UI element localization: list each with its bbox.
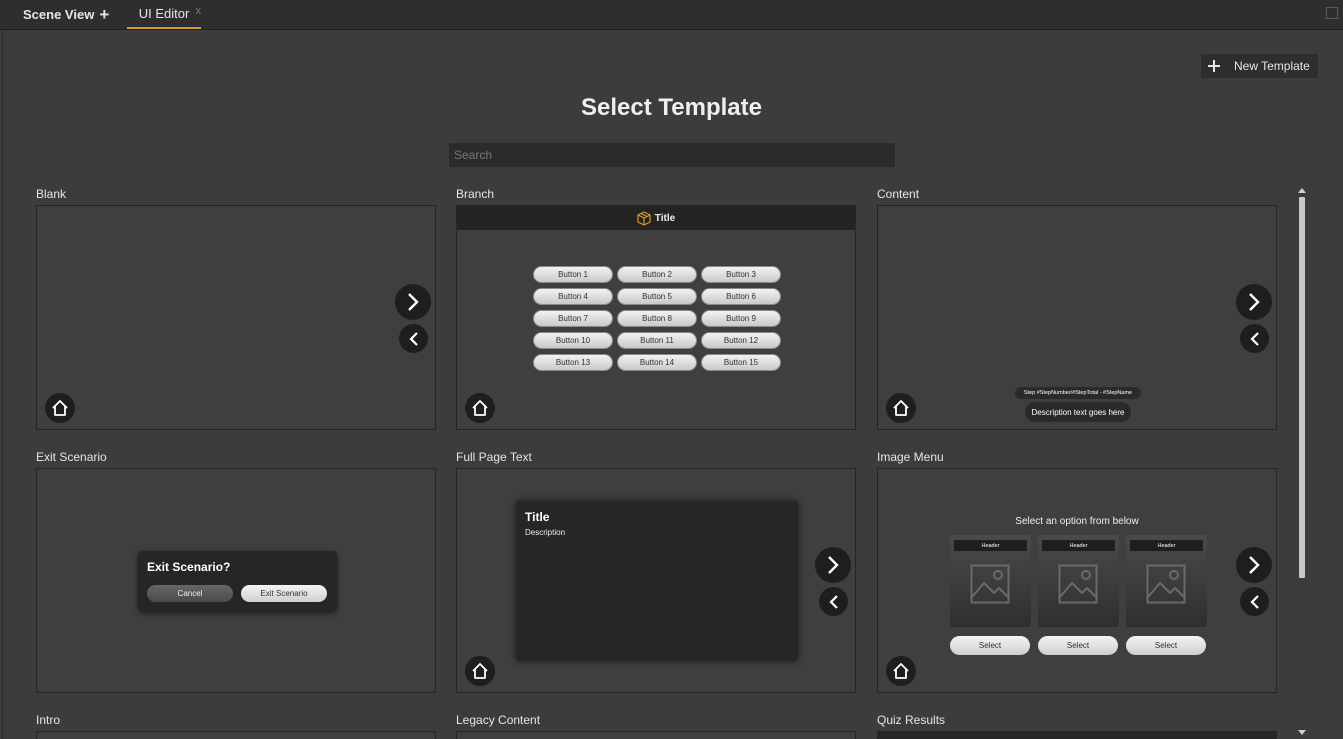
- step-tag: Step #StepNumber/#StepTotal - #StepName: [1015, 387, 1141, 399]
- template-label-content: Content: [877, 187, 920, 201]
- cancel-button: Cancel: [147, 585, 233, 602]
- template-label-blank: Blank: [36, 187, 67, 201]
- image-menu-caption: Select an option from below: [1015, 516, 1139, 527]
- text-panel-title: Title: [525, 510, 550, 524]
- chevron-left-icon: [399, 324, 428, 353]
- home-icon: [886, 393, 916, 423]
- branch-button: Button 10: [533, 332, 613, 349]
- image-placeholder-icon: [970, 564, 1010, 604]
- template-card-exit-scenario[interactable]: Exit Scenario? Cancel Exit Scenario: [36, 468, 436, 693]
- branch-button: Button 13: [533, 354, 613, 371]
- exit-dialog-title: Exit Scenario?: [147, 560, 231, 574]
- image-option-header: Header: [954, 540, 1027, 551]
- select-button: Select: [1038, 636, 1118, 655]
- scrollbar[interactable]: [1297, 187, 1307, 739]
- plus-icon[interactable]: +: [99, 6, 109, 23]
- image-option-card: Header: [1038, 535, 1119, 627]
- branch-header: Title: [457, 206, 855, 230]
- branch-button: Button 15: [701, 354, 781, 371]
- tab-ui-editor[interactable]: UI Editor x: [127, 0, 201, 29]
- chevron-left-icon: [1240, 324, 1269, 353]
- branch-header-title: Title: [654, 212, 676, 224]
- branch-button: Button 4: [533, 288, 613, 305]
- branch-button: Button 11: [617, 332, 697, 349]
- template-card-legacy-content[interactable]: [456, 731, 856, 739]
- template-label-quiz-results: Quiz Results: [877, 713, 946, 727]
- plus-icon: [1208, 60, 1220, 72]
- image-option-card: Header: [950, 535, 1031, 627]
- search-input[interactable]: [449, 143, 895, 167]
- text-panel-description: Description: [525, 528, 566, 537]
- select-button: Select: [1126, 636, 1206, 655]
- new-template-button[interactable]: New Template: [1201, 54, 1318, 78]
- close-icon[interactable]: x: [196, 5, 202, 17]
- branch-button: Button 6: [701, 288, 781, 305]
- select-button: Select: [950, 636, 1030, 655]
- template-card-full-page-text[interactable]: Title Description: [456, 468, 856, 693]
- branch-button: Button 14: [617, 354, 697, 371]
- scroll-up-icon[interactable]: [1298, 188, 1306, 193]
- template-label-full-page-text: Full Page Text: [456, 450, 532, 464]
- tab-bar: Scene View + UI Editor x: [0, 0, 1343, 30]
- branch-button: Button 7: [533, 310, 613, 327]
- scroll-down-icon[interactable]: [1298, 730, 1306, 735]
- branch-button: Button 5: [617, 288, 697, 305]
- scrollbar-thumb[interactable]: [1299, 197, 1305, 578]
- image-placeholder-icon: [1146, 564, 1186, 604]
- chevron-right-icon: [815, 547, 851, 583]
- image-placeholder-icon: [1058, 564, 1098, 604]
- template-card-image-menu[interactable]: Select an option from below Header Heade…: [877, 468, 1277, 693]
- page-title: Select Template: [581, 94, 762, 121]
- template-label-exit-scenario: Exit Scenario: [36, 450, 107, 464]
- tab-scene-view-label: Scene View: [23, 7, 95, 22]
- chevron-right-icon: [395, 284, 431, 320]
- chevron-right-icon: [1236, 284, 1272, 320]
- home-icon: [465, 393, 495, 423]
- new-template-label: New Template: [1234, 59, 1310, 73]
- maximize-icon[interactable]: [1326, 7, 1338, 19]
- branch-button: Button 2: [617, 266, 697, 283]
- image-option-card: Header: [1126, 535, 1207, 627]
- template-card-quiz-results[interactable]: [877, 731, 1277, 739]
- home-icon: [465, 656, 495, 686]
- template-label-branch: Branch: [456, 187, 495, 201]
- branch-button: Button 8: [617, 310, 697, 327]
- cube-icon: [637, 210, 651, 226]
- chevron-left-icon: [819, 587, 848, 616]
- branch-button: Button 12: [701, 332, 781, 349]
- branch-button: Button 1: [533, 266, 613, 283]
- template-label-legacy-content: Legacy Content: [456, 713, 541, 727]
- exit-scenario-button: Exit Scenario: [241, 585, 327, 602]
- template-card-branch[interactable]: Title Button 1 Button 2 Button 3 Button 4 Bu…: [456, 205, 856, 430]
- branch-button: Button 9: [701, 310, 781, 327]
- template-label-image-menu: Image Menu: [877, 450, 944, 464]
- image-option-header: Header: [1130, 540, 1203, 551]
- tab-scene-view[interactable]: Scene View +: [10, 0, 116, 29]
- chevron-right-icon: [1236, 547, 1272, 583]
- home-icon: [45, 393, 75, 423]
- branch-button: Button 3: [701, 266, 781, 283]
- image-option-header: Header: [1042, 540, 1115, 551]
- template-card-content[interactable]: Step #StepNumber/#StepTotal - #StepName …: [877, 205, 1277, 430]
- exit-dialog: Exit Scenario? Cancel Exit Scenario: [138, 551, 337, 611]
- template-card-intro[interactable]: [36, 731, 436, 739]
- chevron-left-icon: [1240, 587, 1269, 616]
- template-label-intro: Intro: [36, 713, 61, 727]
- tab-ui-editor-label: UI Editor: [138, 6, 190, 21]
- template-card-blank[interactable]: [36, 205, 436, 430]
- text-panel: Title Description: [516, 501, 798, 661]
- description-tag: Description text goes here: [1025, 402, 1131, 422]
- home-icon: [886, 656, 916, 686]
